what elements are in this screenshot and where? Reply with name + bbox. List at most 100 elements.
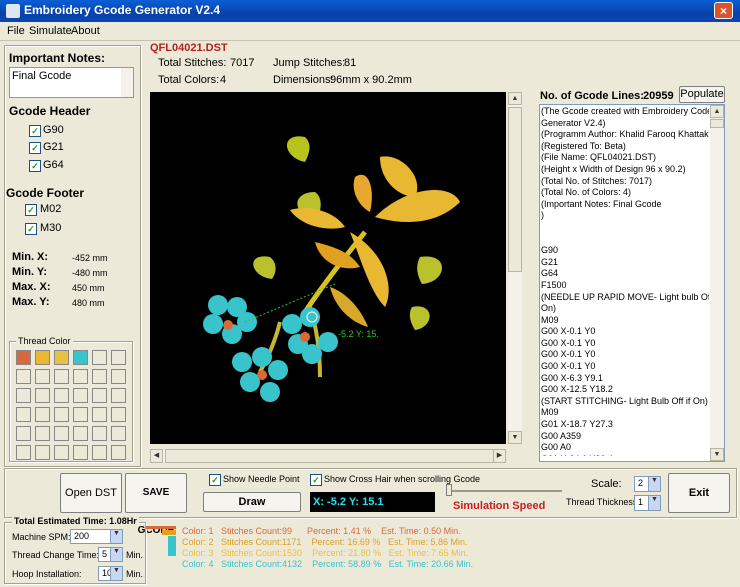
g21-label: G21 xyxy=(43,141,64,153)
canvas-vscroll-thumb[interactable] xyxy=(508,107,522,272)
thread-color-swatch[interactable] xyxy=(35,369,50,384)
thread-change-unit: Min. xyxy=(126,550,144,560)
scroll-right-arrow-icon[interactable]: ▶ xyxy=(493,449,506,463)
g90-checkbox[interactable]: ✓ xyxy=(29,125,41,137)
thread-color-swatch[interactable] xyxy=(54,426,69,441)
thread-color-swatch[interactable] xyxy=(35,350,50,365)
thread-color-swatch[interactable] xyxy=(16,426,31,441)
notes-scrollbar[interactable] xyxy=(121,68,133,97)
chevron-down-icon: ▼ xyxy=(110,567,122,580)
color-2-stats: Color: 2 Stitches Count:1171 Percent: 16… xyxy=(182,537,468,547)
exit-button[interactable]: Exit xyxy=(668,473,730,513)
thread-color-swatch[interactable] xyxy=(73,426,88,441)
scroll-down-arrow-icon[interactable]: ▼ xyxy=(508,431,522,444)
notes-heading: Important Notes: xyxy=(9,51,105,65)
m02-label: M02 xyxy=(40,203,62,215)
thread-color-swatch[interactable] xyxy=(16,445,31,460)
color-3-stats: Color: 3 Stitches Count:1530 Percent: 21… xyxy=(182,548,469,558)
scroll-left-arrow-icon[interactable]: ◀ xyxy=(150,449,163,463)
thread-color-swatch[interactable] xyxy=(92,445,107,460)
thread-color-swatch[interactable] xyxy=(16,369,31,384)
gcode-lines-count: 20959 xyxy=(643,90,674,102)
gcode-scrollbar[interactable] xyxy=(710,105,724,461)
show-crosshair-label: Show Cross Hair when scrolling Gcode xyxy=(324,474,481,484)
gcode-scroll-down-icon[interactable]: ▼ xyxy=(710,448,724,461)
color-bars xyxy=(146,524,176,556)
window-title: Embroidery Gcode Generator V2.4 xyxy=(24,3,221,17)
gcode-scroll-thumb[interactable] xyxy=(710,119,724,128)
thread-color-swatch[interactable] xyxy=(73,350,88,365)
show-needle-checkbox[interactable]: ✓ xyxy=(209,474,221,486)
scale-label: Scale: xyxy=(591,478,622,490)
hoop-installation-unit: Min. xyxy=(126,569,144,579)
thread-color-swatch[interactable] xyxy=(73,369,88,384)
m30-checkbox[interactable]: ✓ xyxy=(25,223,37,235)
menu-about[interactable]: About xyxy=(71,25,100,37)
thread-color-swatch[interactable] xyxy=(35,445,50,460)
gcode-scroll-up-icon[interactable]: ▲ xyxy=(710,105,724,118)
thread-color-swatch[interactable] xyxy=(73,407,88,422)
draw-button[interactable]: Draw xyxy=(203,492,301,512)
design-leaf xyxy=(417,256,442,284)
thread-color-swatch[interactable] xyxy=(35,388,50,403)
close-button[interactable]: × xyxy=(714,2,733,19)
thread-color-swatch[interactable] xyxy=(111,426,126,441)
thickness-value: 1 xyxy=(638,497,644,507)
thread-color-swatch[interactable] xyxy=(111,445,126,460)
hoop-installation-select[interactable]: 10 ▼ xyxy=(98,566,123,581)
g64-checkbox[interactable]: ✓ xyxy=(29,160,41,172)
thread-color-swatch[interactable] xyxy=(92,350,107,365)
color-4-stats: Color: 4 Stitches Count:4132 Percent: 58… xyxy=(182,559,474,569)
coords-display: X: -5.2 Y: 15.1 xyxy=(310,492,435,512)
thread-color-swatch[interactable] xyxy=(92,369,107,384)
thread-color-swatch[interactable] xyxy=(16,388,31,403)
thread-color-swatch[interactable] xyxy=(54,388,69,403)
thread-change-select[interactable]: 5 ▼ xyxy=(98,547,123,562)
design-leaf xyxy=(409,306,430,330)
thread-color-swatch[interactable] xyxy=(54,407,69,422)
notes-input[interactable]: Final Gcode xyxy=(9,67,134,98)
show-crosshair-checkbox[interactable]: ✓ xyxy=(310,474,322,486)
thread-color-swatch[interactable] xyxy=(111,350,126,365)
design-canvas[interactable]: -5.2 Y: 15. xyxy=(150,92,506,444)
thread-color-swatch[interactable] xyxy=(73,445,88,460)
g90-label: G90 xyxy=(43,124,64,136)
populate-button[interactable]: Populate xyxy=(679,86,725,103)
thread-color-swatch[interactable] xyxy=(73,388,88,403)
thread-color-swatch[interactable] xyxy=(54,350,69,365)
thread-color-swatch[interactable] xyxy=(111,369,126,384)
sim-speed-track[interactable] xyxy=(446,490,562,492)
thread-color-swatch[interactable] xyxy=(111,407,126,422)
thread-color-swatch[interactable] xyxy=(35,426,50,441)
open-dst-button[interactable]: Open DST xyxy=(60,473,122,513)
machine-spm-label: Machine SPM: xyxy=(12,532,71,542)
min-x-label: Min. X: xyxy=(12,251,49,263)
thread-color-swatch[interactable] xyxy=(92,407,107,422)
thread-color-swatch[interactable] xyxy=(54,369,69,384)
m02-checkbox[interactable]: ✓ xyxy=(25,204,37,216)
chevron-down-icon: ▼ xyxy=(110,530,122,543)
thread-color-swatch[interactable] xyxy=(111,388,126,403)
thread-color-swatch[interactable] xyxy=(92,426,107,441)
scroll-up-arrow-icon[interactable]: ▲ xyxy=(508,92,522,105)
canvas-hscroll-thumb[interactable] xyxy=(165,449,495,463)
thread-color-swatch[interactable] xyxy=(35,407,50,422)
color-1-bar xyxy=(146,526,176,529)
thread-color-swatch[interactable] xyxy=(16,350,31,365)
save-gcode-button[interactable]: SAVE GCODE xyxy=(125,473,187,536)
thread-change-value: 5 xyxy=(102,549,108,559)
thread-color-swatch[interactable] xyxy=(16,407,31,422)
menu-simulate[interactable]: Simulate xyxy=(29,25,72,37)
machine-spm-select[interactable]: 200 ▼ xyxy=(70,529,123,544)
app-icon xyxy=(6,4,20,18)
g21-checkbox[interactable]: ✓ xyxy=(29,142,41,154)
thread-color-swatch[interactable] xyxy=(92,388,107,403)
sim-speed-slider-thumb[interactable] xyxy=(446,484,452,496)
jump-stitches-label: Jump Stitches: xyxy=(273,57,346,69)
thread-thickness-select[interactable]: 1 ▼ xyxy=(634,495,661,511)
thread-color-swatch[interactable] xyxy=(54,445,69,460)
design-leaf xyxy=(353,174,372,212)
design-leaf xyxy=(350,232,389,307)
scale-select[interactable]: 2 ▼ xyxy=(634,476,661,492)
menu-file[interactable]: File xyxy=(7,25,25,37)
